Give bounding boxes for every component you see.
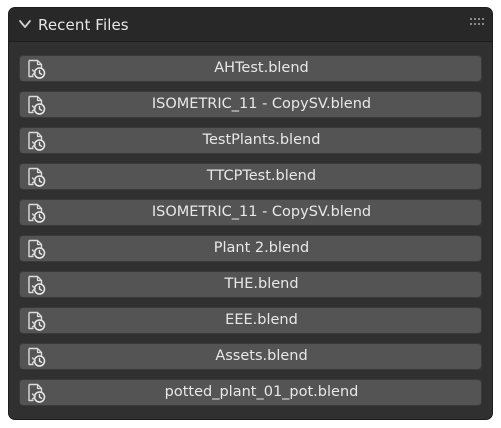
panel-header[interactable]: Recent Files [9, 8, 492, 42]
recent-file-label: TestPlants.blend [202, 132, 321, 148]
recent-file-button[interactable]: ISOMETRIC_11 - CopySV.blend [19, 91, 482, 118]
recent-file-button[interactable]: potted_plant_01_pot.blend [19, 379, 482, 406]
panel-title: Recent Files [38, 16, 129, 34]
open-recent-file-icon [28, 275, 46, 295]
recent-file-label: ISOMETRIC_11 - CopySV.blend [151, 96, 372, 112]
open-recent-file-icon [28, 167, 46, 187]
recent-file-label: Plant 2.blend [213, 240, 310, 256]
chevron-down-icon[interactable] [17, 17, 33, 31]
recent-file-label: EEE.blend [225, 312, 298, 328]
recent-file-button[interactable]: THE.blend [19, 271, 482, 298]
recent-file-button[interactable]: TestPlants.blend [19, 127, 482, 154]
recent-file-button[interactable]: Assets.blend [19, 343, 482, 370]
recent-file-button[interactable]: TTCPTest.blend [19, 163, 482, 190]
recent-file-button[interactable]: EEE.blend [19, 307, 482, 334]
recent-file-button[interactable]: AHTest.blend [19, 55, 482, 82]
recent-files-list: AHTest.blend ISOMETRIC_11 - CopySV.blend [19, 55, 482, 415]
grip-dots-icon[interactable] [470, 18, 484, 26]
recent-file-label: THE.blend [224, 276, 299, 292]
recent-file-label: ISOMETRIC_11 - CopySV.blend [151, 204, 372, 220]
recent-file-label: TTCPTest.blend [206, 168, 317, 184]
open-recent-file-icon [28, 95, 46, 115]
recent-file-label: Assets.blend [215, 348, 308, 364]
open-recent-file-icon [28, 347, 46, 367]
open-recent-file-icon [28, 59, 46, 79]
open-recent-file-icon [28, 131, 46, 151]
recent-files-panel: Recent Files AHTest.blend ISOMETRIC_11 -… [9, 8, 492, 419]
recent-file-button[interactable]: Plant 2.blend [19, 235, 482, 262]
recent-file-label: potted_plant_01_pot.blend [164, 384, 359, 400]
open-recent-file-icon [28, 203, 46, 223]
open-recent-file-icon [28, 239, 46, 259]
recent-file-label: AHTest.blend [214, 60, 309, 76]
recent-file-button[interactable]: ISOMETRIC_11 - CopySV.blend [19, 199, 482, 226]
open-recent-file-icon [28, 383, 46, 403]
open-recent-file-icon [28, 311, 46, 331]
